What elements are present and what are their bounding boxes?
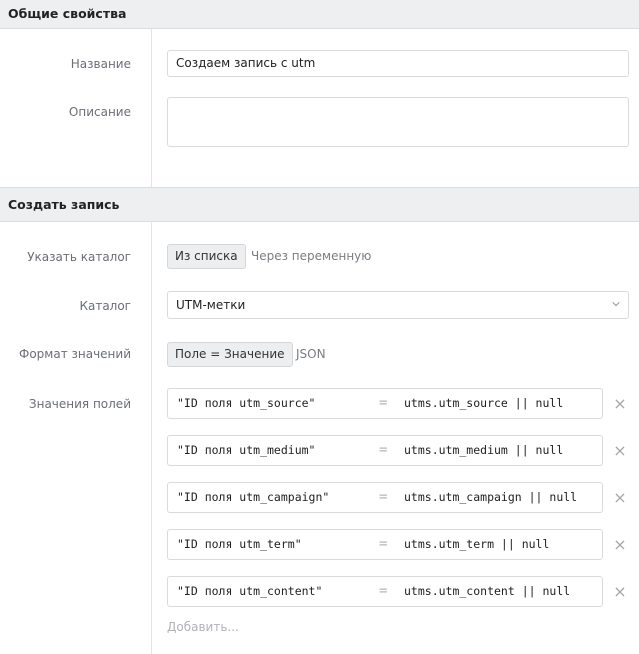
description-field[interactable] [167,97,629,147]
column-divider-2 [151,222,152,654]
chevron-down-icon [612,302,620,307]
catalog-select[interactable]: UTM-метки [167,291,629,319]
field-key[interactable]: "ID поля utm_medium" [177,436,315,465]
fields-label: Значения полей [28,397,131,411]
name-label: Название [70,57,131,71]
close-icon[interactable]: × [613,537,627,553]
close-icon[interactable]: × [613,584,627,600]
field-row[interactable]: "ID поля utm_source" = utms.utm_source |… [167,388,603,419]
from-list-toggle[interactable]: Из списка [167,244,246,269]
field-row[interactable]: "ID поля utm_term" = utms.utm_term || nu… [167,529,603,560]
field-value[interactable]: utms.utm_medium || null [404,436,563,465]
field-row[interactable]: "ID поля utm_content" = utms.utm_content… [167,576,603,607]
close-icon[interactable]: × [613,443,627,459]
field-key[interactable]: "ID поля utm_source" [177,389,315,418]
field-value[interactable]: utms.utm_term || null [404,530,549,559]
add-field-link[interactable]: Добавить... [167,620,239,634]
equals-sign: = [379,536,388,552]
field-row[interactable]: "ID поля utm_campaign" = utms.utm_campai… [167,482,603,513]
section-header-general: Общие свойства [0,0,639,29]
format-label: Формат значений [19,347,131,361]
field-value[interactable]: utms.utm_source || null [404,389,563,418]
field-equals-value-toggle[interactable]: Поле = Значение [167,342,293,367]
field-row[interactable]: "ID поля utm_medium" = utms.utm_medium |… [167,435,603,466]
json-toggle[interactable]: JSON [296,342,326,366]
equals-sign: = [379,395,388,411]
equals-sign: = [379,442,388,458]
name-field[interactable]: Создаем запись с utm [167,50,629,77]
close-icon[interactable]: × [613,396,627,412]
description-label: Описание [68,105,131,119]
field-key[interactable]: "ID поля utm_campaign" [177,483,329,512]
field-key[interactable]: "ID поля utm_content" [177,577,322,606]
equals-sign: = [379,583,388,599]
equals-sign: = [379,489,388,505]
via-variable-toggle[interactable]: Через переменную [251,244,371,268]
close-icon[interactable]: × [613,490,627,506]
catalog-label: Каталог [79,299,131,313]
field-value[interactable]: utms.utm_content || null [404,577,570,606]
catalog-source-label: Указать каталог [27,250,131,264]
field-value[interactable]: utms.utm_campaign || null [404,483,577,512]
section-header-create: Создать запись [0,187,639,222]
field-key[interactable]: "ID поля utm_term" [177,530,302,559]
catalog-select-value: UTM-метки [176,298,246,312]
column-divider [151,29,152,187]
